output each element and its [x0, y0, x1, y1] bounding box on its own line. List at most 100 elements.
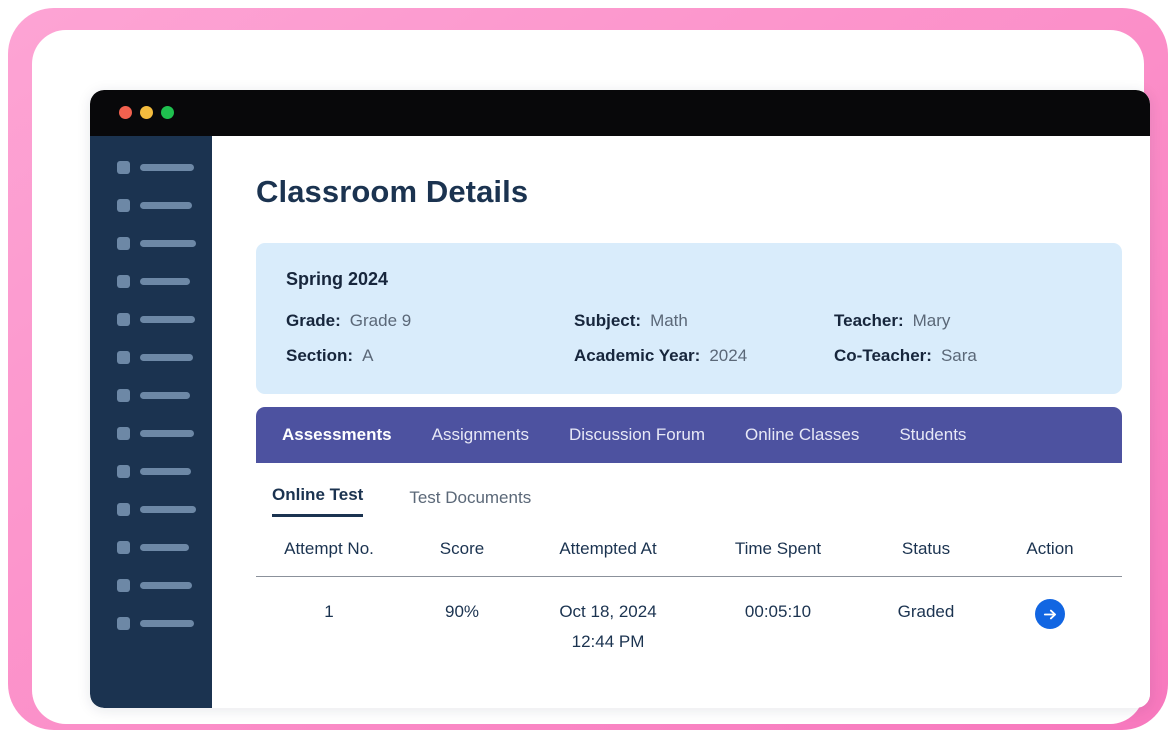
- tab-assignments[interactable]: Assignments: [432, 425, 529, 445]
- sidebar-item-icon: [117, 236, 130, 250]
- info-row: Section: A Academic Year: 2024 Co-Teache…: [286, 346, 1092, 366]
- info-value: 2024: [709, 346, 748, 365]
- info-field-teacher: Teacher: Mary: [834, 311, 1074, 331]
- tab-students[interactable]: Students: [899, 425, 966, 445]
- tab-assessments[interactable]: Assessments: [282, 425, 392, 445]
- sidebar-item-12[interactable]: [90, 566, 212, 604]
- sidebar-item-icon: [117, 578, 130, 592]
- sidebar-item-label-placeholder: [140, 391, 190, 399]
- column-header-score: Score: [439, 539, 485, 558]
- arrow-right-icon: [1043, 609, 1056, 619]
- sidebar-navigation[interactable]: [90, 136, 212, 708]
- info-field-grade: Grade: Grade 9: [286, 311, 574, 331]
- sidebar-item-label-placeholder: [140, 581, 192, 589]
- classroom-info-card: Spring 2024 Grade: Grade 9 Subject: Math…: [256, 243, 1122, 394]
- info-field-subject: Subject: Math: [574, 311, 834, 331]
- sidebar-item-icon: [117, 312, 130, 326]
- info-field-section: Section: A: [286, 346, 574, 366]
- primary-tab-bar: Assessments Assignments Discussion Forum…: [256, 407, 1122, 463]
- decorative-pink-frame: Classroom Details Spring 2024 Grade: Gra…: [8, 8, 1168, 730]
- info-label: Co-Teacher:: [834, 346, 932, 365]
- secondary-tab-bar: Online Test Test Documents: [256, 485, 1122, 517]
- sidebar-item-label-placeholder: [140, 543, 189, 551]
- info-label: Section:: [286, 346, 354, 365]
- sidebar-item-3[interactable]: [90, 224, 212, 262]
- subtab-online-test[interactable]: Online Test: [272, 485, 364, 517]
- minimize-window-dot[interactable]: [140, 106, 153, 119]
- info-label: Subject:: [574, 311, 642, 330]
- main-content: Classroom Details Spring 2024 Grade: Gra…: [212, 136, 1150, 708]
- sidebar-item-4[interactable]: [90, 262, 212, 300]
- sidebar-item-6[interactable]: [90, 338, 212, 376]
- sidebar-item-icon: [117, 388, 130, 402]
- close-window-dot[interactable]: [119, 106, 132, 119]
- column-header-status: Status: [901, 539, 951, 558]
- info-label: Teacher:: [834, 311, 904, 330]
- term-label: Spring 2024: [286, 269, 389, 289]
- sidebar-item-label-placeholder: [140, 163, 194, 171]
- table-header-row: Attempt No. Score Attempted At Time Spen…: [256, 539, 1122, 577]
- cell-action: [990, 597, 1110, 629]
- info-value: A: [362, 346, 374, 365]
- window-titlebar: [90, 90, 1150, 136]
- sidebar-item-5[interactable]: [90, 300, 212, 338]
- column-header-action: Action: [1026, 539, 1074, 558]
- sidebar-item-2[interactable]: [90, 186, 212, 224]
- subtab-test-documents[interactable]: Test Documents: [409, 488, 531, 517]
- sidebar-item-label-placeholder: [140, 619, 194, 627]
- white-background-card: Classroom Details Spring 2024 Grade: Gra…: [32, 30, 1150, 724]
- sidebar-item-13[interactable]: [90, 604, 212, 642]
- sidebar-item-8[interactable]: [90, 414, 212, 452]
- sidebar-item-1[interactable]: [90, 148, 212, 186]
- sidebar-item-icon: [117, 198, 130, 212]
- sidebar-item-label-placeholder: [140, 277, 190, 285]
- info-field-academic-year: Academic Year: 2024: [574, 346, 834, 366]
- sidebar-item-9[interactable]: [90, 452, 212, 490]
- maximize-window-dot[interactable]: [161, 106, 174, 119]
- sidebar-item-icon: [117, 274, 130, 288]
- sidebar-item-icon: [117, 350, 130, 364]
- sidebar-item-label-placeholder: [140, 429, 194, 437]
- sidebar-item-icon: [117, 502, 130, 516]
- sidebar-item-icon: [117, 160, 130, 174]
- sidebar-item-label-placeholder: [140, 239, 196, 247]
- info-value: Grade 9: [349, 311, 412, 330]
- info-row: Grade: Grade 9 Subject: Math Teacher: Ma…: [286, 311, 1092, 331]
- browser-window: Classroom Details Spring 2024 Grade: Gra…: [90, 90, 1150, 708]
- cell-time-spent: 00:05:10: [744, 602, 812, 621]
- sidebar-item-icon: [117, 540, 130, 554]
- tab-online-classes[interactable]: Online Classes: [745, 425, 859, 445]
- info-value: Math: [650, 311, 688, 330]
- sidebar-item-icon: [117, 464, 130, 478]
- sidebar-item-label-placeholder: [140, 467, 191, 475]
- sidebar-item-11[interactable]: [90, 528, 212, 566]
- view-attempt-button[interactable]: [1035, 599, 1065, 629]
- cell-attempted-at-date: Oct 18, 2024: [559, 602, 657, 621]
- page-title: Classroom Details: [256, 174, 529, 209]
- info-label: Grade:: [286, 311, 341, 330]
- table-body: 1 90% Oct 18, 2024 12:44 PM 00:05:10 Gra…: [256, 577, 1122, 657]
- sidebar-item-10[interactable]: [90, 490, 212, 528]
- info-label: Academic Year:: [574, 346, 701, 365]
- cell-attempted-at: Oct 18, 2024 12:44 PM: [522, 597, 694, 657]
- column-header-attempted-at: Attempted At: [559, 539, 657, 558]
- sidebar-item-icon: [117, 616, 130, 630]
- sidebar-item-label-placeholder: [140, 201, 192, 209]
- column-header-attempt-no: Attempt No.: [284, 539, 374, 558]
- tab-discussion-forum[interactable]: Discussion Forum: [569, 425, 705, 445]
- sidebar-item-label-placeholder: [140, 315, 195, 323]
- sidebar-item-label-placeholder: [140, 353, 193, 361]
- info-value: Mary: [912, 311, 951, 330]
- info-value: Sara: [940, 346, 977, 365]
- table-row[interactable]: 1 90% Oct 18, 2024 12:44 PM 00:05:10 Gra…: [256, 577, 1122, 657]
- sidebar-item-7[interactable]: [90, 376, 212, 414]
- cell-attempted-at-time: 12:44 PM: [571, 632, 645, 651]
- sidebar-item-icon: [117, 426, 130, 440]
- sidebar-item-label-placeholder: [140, 505, 196, 513]
- cell-attempt-no: 1: [324, 602, 334, 621]
- info-field-co-teacher: Co-Teacher: Sara: [834, 346, 1074, 366]
- cell-score: 90%: [444, 602, 480, 621]
- cell-status: Graded: [897, 602, 955, 621]
- attempts-table: Attempt No. Score Attempted At Time Spen…: [256, 539, 1122, 657]
- column-header-time-spent: Time Spent: [734, 539, 822, 558]
